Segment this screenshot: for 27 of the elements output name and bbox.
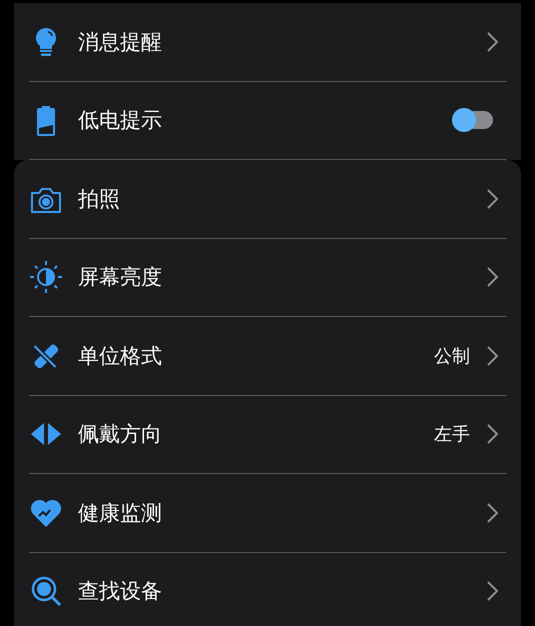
chevron-icon: [486, 344, 500, 367]
settings-item[interactable]: 屏幕亮度: [29, 238, 506, 317]
setting-label: 低电提示: [78, 107, 163, 134]
setting-label: 消息提醒: [78, 28, 163, 56]
search-icon: [29, 574, 63, 608]
settings-item[interactable]: 单位格式 公制: [29, 317, 506, 396]
setting-label: 健康监测: [78, 500, 163, 527]
setting-value: 公制: [434, 344, 470, 368]
chevron-icon: [486, 30, 500, 53]
chevron-icon: [486, 266, 500, 288]
chevron-icon: [486, 502, 500, 524]
setting-label: 拍照: [78, 186, 121, 213]
settings-item[interactable]: 健康监测: [29, 474, 506, 552]
chevron-icon: [486, 423, 500, 446]
settings-item[interactable]: 佩戴方向 左手: [29, 396, 506, 474]
settings-item[interactable]: 拍照: [29, 160, 506, 238]
setting-label: 屏幕亮度: [78, 264, 163, 292]
setting-value: 左手: [434, 423, 470, 446]
brightness-icon: [29, 260, 63, 294]
setting-label: 查找设备: [78, 578, 163, 606]
setting-label: 单位格式: [78, 342, 163, 370]
chevron-icon: [486, 580, 500, 602]
toggle-switch[interactable]: [455, 111, 493, 130]
setting-label: 佩戴方向: [78, 421, 163, 448]
chevron-icon: [486, 188, 500, 210]
settings-item[interactable]: 查找设备: [29, 552, 506, 626]
settings-item[interactable]: 消息提醒: [29, 3, 506, 82]
